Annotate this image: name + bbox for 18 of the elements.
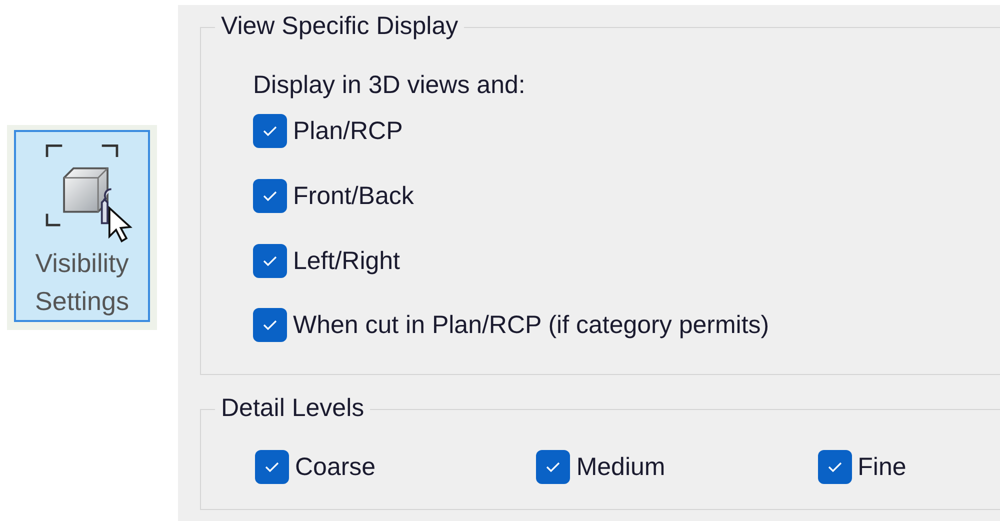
visibility-settings-button[interactable]: Visibility Settings [14, 130, 150, 322]
checkbox-label: Front/Back [293, 181, 414, 211]
checkbox-label: When cut in Plan/RCP (if category permits) [293, 310, 770, 340]
checkbox-label: Fine [858, 452, 906, 482]
checkbox[interactable] [253, 179, 287, 213]
checkbox[interactable] [253, 308, 287, 342]
button-label: Visibility [35, 247, 129, 280]
caption: Display in 3D views and: [253, 70, 526, 100]
checkbox-label: Left/Right [293, 246, 400, 276]
checkbox[interactable] [253, 114, 287, 148]
checkbox[interactable] [253, 244, 287, 278]
checkbox-label: Plan/RCP [293, 116, 403, 146]
button-label: Settings [35, 285, 129, 318]
checkbox[interactable] [818, 450, 852, 484]
checkbox-label: Coarse [295, 452, 376, 482]
checkbox[interactable] [255, 450, 289, 484]
checkbox[interactable] [536, 450, 570, 484]
checkbox-label: Medium [576, 452, 666, 482]
